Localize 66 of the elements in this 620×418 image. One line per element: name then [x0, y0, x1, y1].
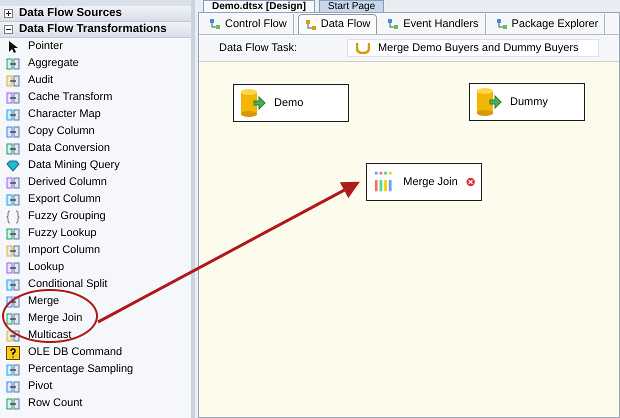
- expand-icon[interactable]: [4, 9, 13, 18]
- task-selector[interactable]: Merge Demo Buyers and Dummy Buyers: [347, 39, 599, 57]
- component-icon: [6, 244, 20, 258]
- toolbox-item[interactable]: Conditional Split: [0, 276, 191, 293]
- component-icon: [6, 362, 20, 376]
- database-icon: [240, 88, 266, 118]
- component-icon: [6, 56, 20, 70]
- document-tab[interactable]: Demo.dtsx [Design]: [203, 0, 315, 12]
- gem-icon: [6, 160, 20, 172]
- section-header[interactable]: Data Flow Sources: [0, 6, 191, 22]
- toolbox-item[interactable]: Merge: [0, 293, 191, 310]
- toolbox-item[interactable]: Audit: [0, 72, 191, 89]
- component-node[interactable]: Dummy: [469, 83, 585, 121]
- toolbox-item[interactable]: Multicast: [0, 327, 191, 344]
- toolbox-item[interactable]: Row Count: [0, 395, 191, 412]
- tab-icon: [496, 18, 508, 30]
- toolbox-item[interactable]: Fuzzy Grouping: [0, 208, 191, 225]
- component-icon: [6, 294, 20, 308]
- collapse-icon[interactable]: [4, 25, 13, 34]
- toolbox-item[interactable]: Pivot: [0, 378, 191, 395]
- designer-tab[interactable]: Data Flow: [298, 14, 378, 34]
- toolbox-item[interactable]: Data Mining Query: [0, 157, 191, 174]
- tab-icon: [209, 18, 221, 30]
- toolbox-item[interactable]: Cache Transform: [0, 89, 191, 106]
- component-icon: [6, 176, 20, 190]
- section-header[interactable]: Data Flow Transformations: [0, 22, 191, 38]
- toolbox-item[interactable]: Character Map: [0, 106, 191, 123]
- component-icon: [6, 90, 20, 104]
- component-icon: [6, 142, 20, 156]
- task-icon: [356, 42, 370, 54]
- database-icon: [476, 87, 502, 117]
- component-icon: [6, 278, 20, 292]
- designer-tab[interactable]: Control Flow: [203, 14, 294, 34]
- component-node[interactable]: Demo: [233, 84, 349, 122]
- component-icon: [6, 260, 20, 274]
- pointer-icon: [7, 40, 19, 54]
- toolbox-item[interactable]: Pointer: [0, 38, 191, 55]
- document-tab[interactable]: Start Page: [318, 0, 384, 12]
- toolbox-item[interactable]: OLE DB Command: [0, 344, 191, 361]
- designer-tab[interactable]: Event Handlers: [381, 14, 486, 34]
- tab-icon: [304, 18, 317, 30]
- toolbox-item[interactable]: Fuzzy Lookup: [0, 225, 191, 242]
- component-node[interactable]: Merge Join: [366, 163, 482, 201]
- braces-icon: [6, 210, 20, 224]
- toolbox-item[interactable]: Export Column: [0, 191, 191, 208]
- toolbox-item[interactable]: Lookup: [0, 259, 191, 276]
- component-icon: [6, 124, 20, 138]
- task-label: Data Flow Task:: [219, 40, 298, 56]
- component-icon: [6, 312, 20, 326]
- component-icon: [6, 396, 20, 410]
- component-icon: [6, 108, 20, 122]
- component-icon: [6, 380, 20, 394]
- component-icon: [6, 226, 20, 240]
- designer-tab[interactable]: Package Explorer: [490, 14, 606, 34]
- component-icon: [6, 74, 20, 88]
- toolbox-item[interactable]: Data Conversion: [0, 140, 191, 157]
- toolbox-item[interactable]: Percentage Sampling: [0, 361, 191, 378]
- question-icon: [6, 346, 20, 360]
- toolbox-item[interactable]: Copy Column: [0, 123, 191, 140]
- toolbox-item[interactable]: Merge Join: [0, 310, 191, 327]
- toolbox-item[interactable]: Aggregate: [0, 55, 191, 72]
- toolbox-item[interactable]: Import Column: [0, 242, 191, 259]
- component-icon: [6, 192, 20, 206]
- toolbox-item[interactable]: Derived Column: [0, 174, 191, 191]
- component-icon: [6, 328, 20, 342]
- tab-icon: [387, 18, 400, 30]
